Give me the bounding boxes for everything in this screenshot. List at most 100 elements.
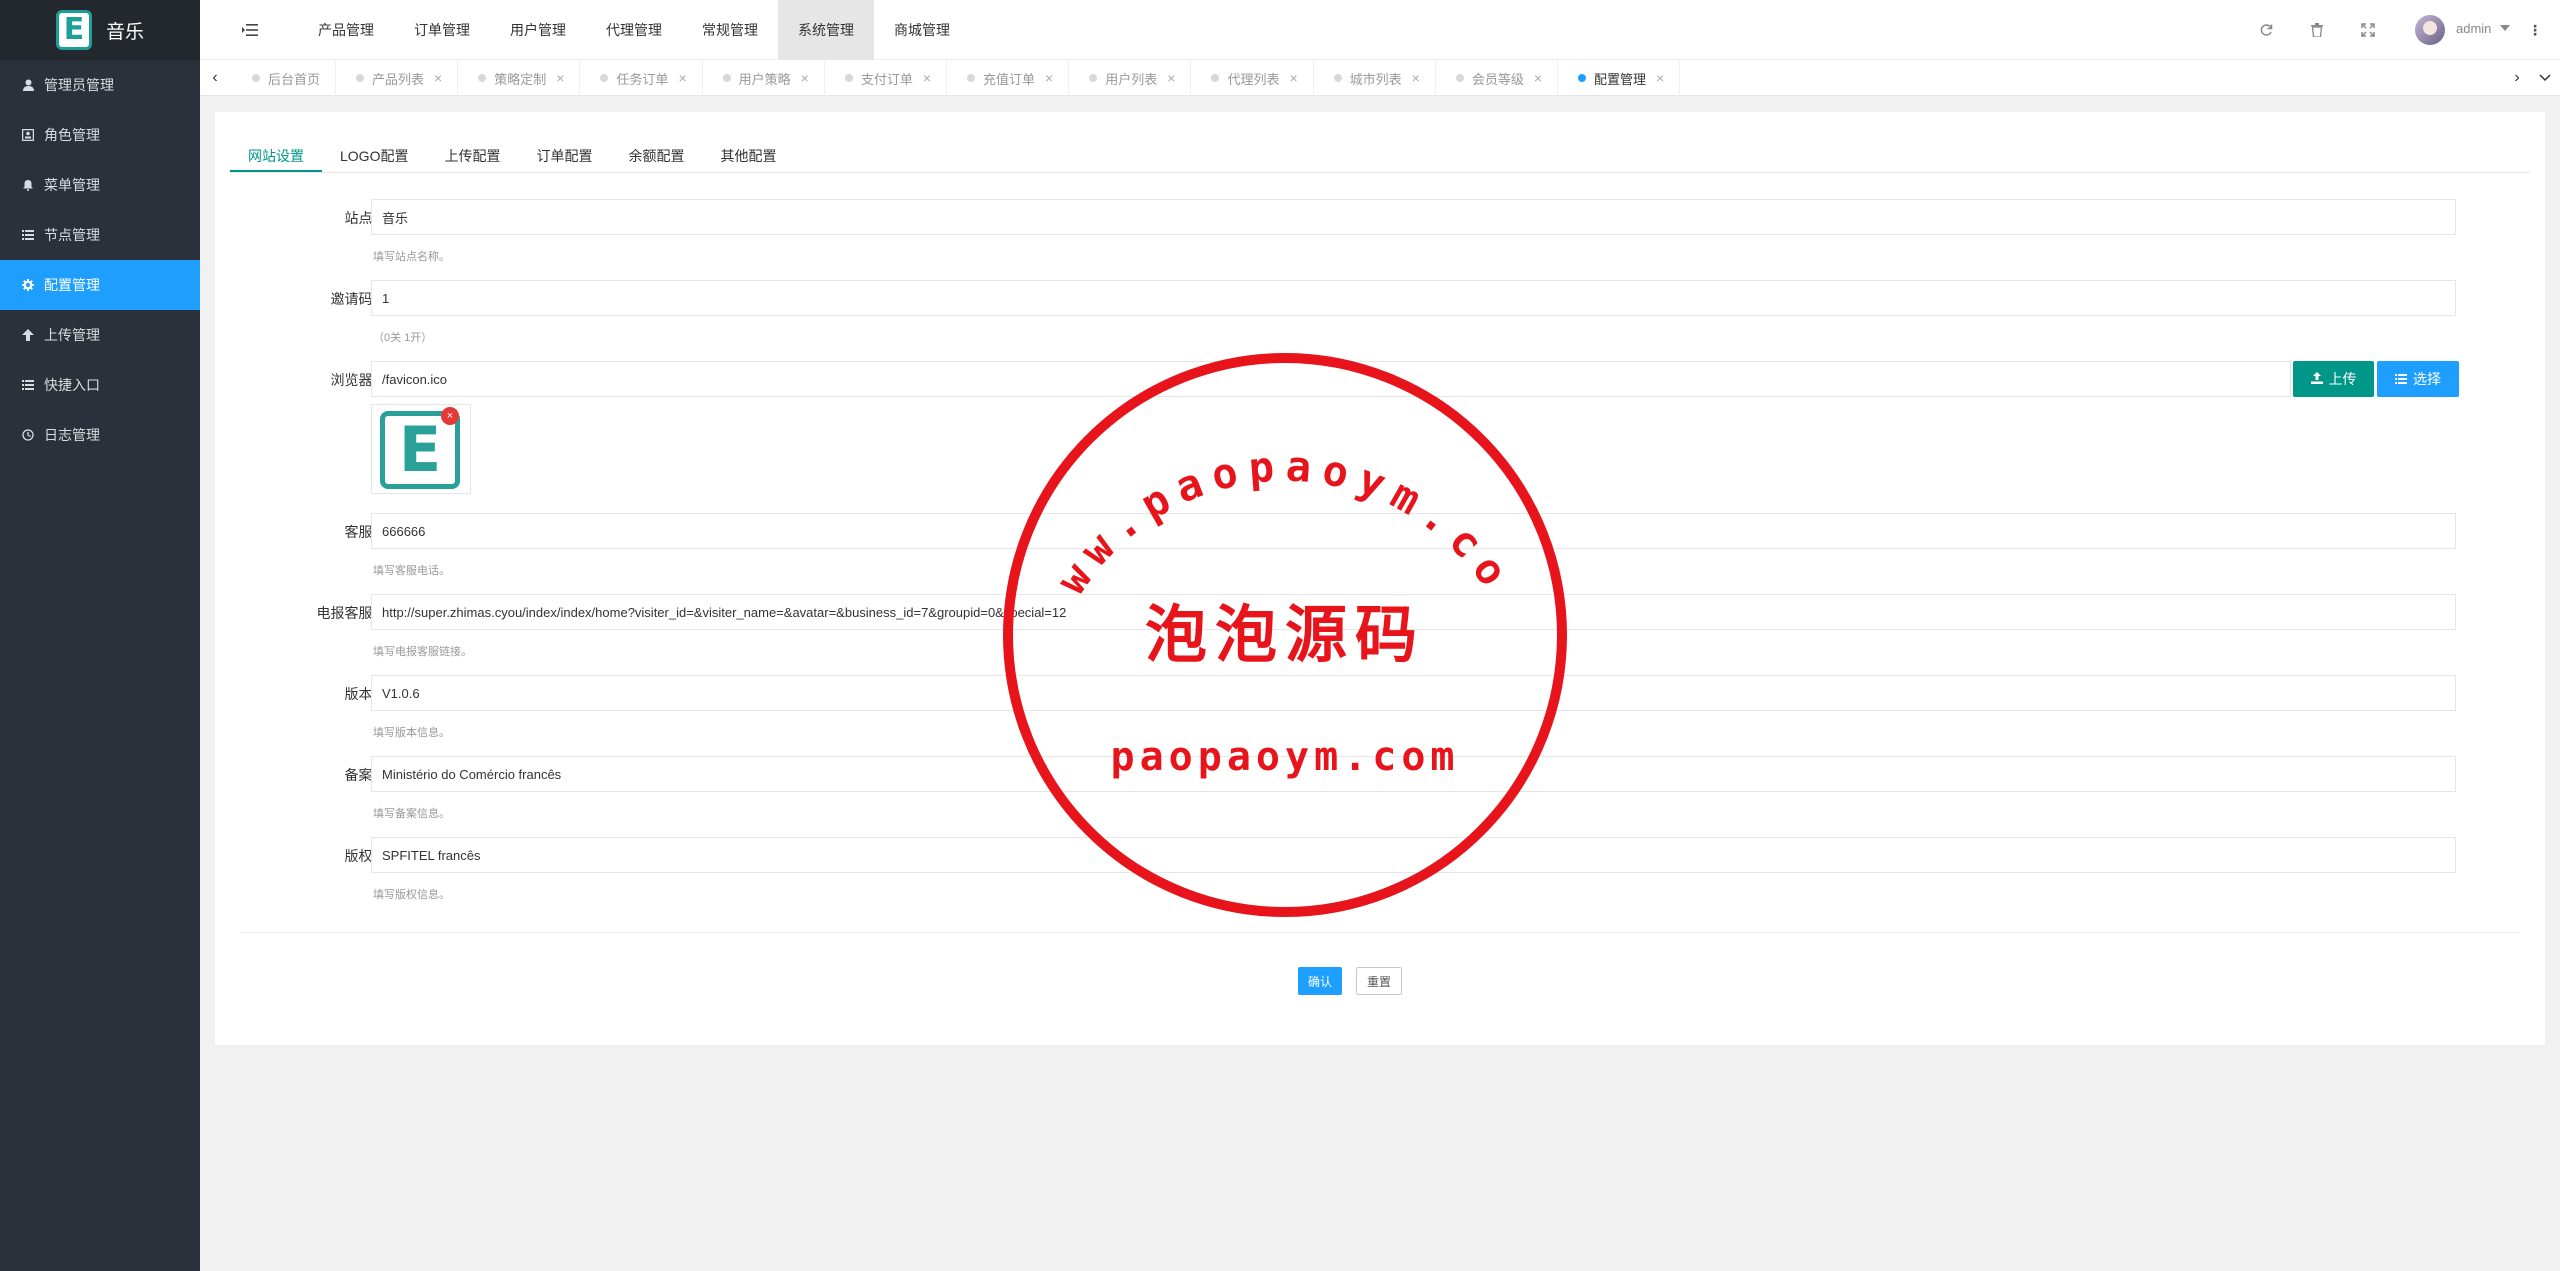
invite-switch-help: （0关 1开） xyxy=(373,332,433,344)
sidebar-item-label: 配置管理 xyxy=(44,277,100,293)
phone-input[interactable] xyxy=(371,513,2456,549)
confirm-button[interactable]: 确认 xyxy=(1298,967,1342,995)
form-tab-site[interactable]: 网站设置 xyxy=(230,140,322,172)
sidebar-item-shortcut[interactable]: 快捷入口 xyxy=(0,360,200,410)
fullscreen-icon[interactable] xyxy=(2358,20,2378,40)
top-nav: 产品管理 订单管理 用户管理 代理管理 常规管理 系统管理 商城管理 xyxy=(298,0,970,60)
tab-strategy[interactable]: 策略定制 × xyxy=(458,60,581,96)
user-name[interactable]: admin xyxy=(2456,21,2491,36)
sidebar-item-log[interactable]: 日志管理 xyxy=(0,410,200,460)
copyright-help: 填写版权信息。 xyxy=(373,889,450,901)
tab-agent-list[interactable]: 代理列表 × xyxy=(1191,60,1314,96)
telegram-input[interactable] xyxy=(371,594,2456,630)
close-icon[interactable]: × xyxy=(923,70,931,86)
chevron-down-icon[interactable] xyxy=(2535,60,2555,96)
form-tab-other[interactable]: 其他配置 xyxy=(702,140,794,172)
page-tabs-bar: ‹ 后台首页 产品列表 × 策略定制 × 任务订单 × 用户策略 × 支付订单 × 充值订… xyxy=(200,60,2560,96)
trash-icon[interactable] xyxy=(2307,20,2327,40)
tab-dot xyxy=(844,74,853,82)
tab-member-level[interactable]: 会员等级 × xyxy=(1436,60,1559,96)
tab-task-order[interactable]: 任务订单 × xyxy=(580,60,703,96)
sidebar-item-menu[interactable]: 菜单管理 xyxy=(0,160,200,210)
version-input[interactable] xyxy=(371,675,2456,711)
close-icon[interactable]: × xyxy=(1289,70,1297,86)
close-icon[interactable]: × xyxy=(1167,70,1175,86)
nav-mall[interactable]: 商城管理 xyxy=(874,0,970,60)
chevron-right-icon[interactable]: › xyxy=(2507,60,2527,96)
nav-system[interactable]: 系统管理 xyxy=(778,0,874,60)
tab-dot xyxy=(967,74,976,82)
chevron-down-icon[interactable] xyxy=(2500,25,2510,31)
top-header: 产品管理 订单管理 用户管理 代理管理 常规管理 系统管理 商城管理 admin… xyxy=(200,0,2560,60)
tab-home[interactable]: 后台首页 xyxy=(232,60,337,96)
form-tab-order[interactable]: 订单配置 xyxy=(518,140,610,172)
invite-switch-input[interactable] xyxy=(371,280,2456,316)
nav-general[interactable]: 常规管理 xyxy=(682,0,778,60)
favicon-input[interactable] xyxy=(371,361,2291,397)
sidebar-item-admin[interactable]: 管理员管理 xyxy=(0,60,200,110)
config-card: 网站设置 LOGO配置 上传配置 订单配置 余额配置 其他配置 站点名称* 填写… xyxy=(215,112,2545,1045)
tab-user-list[interactable]: 用户列表 × xyxy=(1069,60,1192,96)
tab-recharge-order[interactable]: 充值订单 × xyxy=(947,60,1070,96)
sidebar-item-config[interactable]: 配置管理 xyxy=(0,260,200,310)
arrow-up-icon xyxy=(20,329,36,341)
divider xyxy=(240,932,2520,933)
list-icon xyxy=(2395,371,2407,387)
close-icon[interactable]: × xyxy=(1412,70,1420,86)
tab-pay-order[interactable]: 支付订单 × xyxy=(825,60,948,96)
reset-button[interactable]: 重置 xyxy=(1356,967,1402,995)
logo-icon: E xyxy=(55,10,92,50)
copyright-input[interactable] xyxy=(371,837,2456,873)
refresh-icon[interactable] xyxy=(2256,20,2276,40)
sidebar-item-role[interactable]: 角色管理 xyxy=(0,110,200,160)
chevron-left-icon[interactable]: ‹ xyxy=(205,60,225,96)
sidebar-toggle-icon[interactable] xyxy=(240,20,260,40)
tab-product-list[interactable]: 产品列表 × xyxy=(336,60,459,96)
bell-icon xyxy=(20,179,36,191)
logo[interactable]: E 音乐 xyxy=(0,0,200,60)
close-icon[interactable]: × xyxy=(1045,70,1053,86)
close-icon[interactable]: × xyxy=(434,70,442,86)
avatar[interactable] xyxy=(2415,15,2445,45)
clock-icon xyxy=(20,429,36,441)
id-card-icon xyxy=(20,129,36,141)
nav-user[interactable]: 用户管理 xyxy=(490,0,586,60)
form-tab-logo[interactable]: LOGO配置 xyxy=(322,140,426,172)
gear-icon xyxy=(20,279,36,291)
sidebar-item-label: 节点管理 xyxy=(44,227,100,243)
record-input[interactable] xyxy=(371,756,2456,792)
upload-button[interactable]: 上传 xyxy=(2293,361,2374,397)
close-icon[interactable]: × xyxy=(1534,70,1542,86)
form-tab-balance[interactable]: 余额配置 xyxy=(610,140,702,172)
favicon-preview: E × xyxy=(371,404,471,494)
nav-agent[interactable]: 代理管理 xyxy=(586,0,682,60)
tab-config[interactable]: 配置管理 × xyxy=(1558,60,1681,96)
more-vertical-icon[interactable]: ⋮ xyxy=(2528,20,2542,40)
select-button[interactable]: 选择 xyxy=(2377,361,2459,397)
sidebar-item-label: 管理员管理 xyxy=(44,77,114,93)
sidebar-item-node[interactable]: 节点管理 xyxy=(0,210,200,260)
tab-dot xyxy=(252,74,260,82)
site-name-input[interactable] xyxy=(371,199,2456,235)
telegram-help: 填写电报客服链接。 xyxy=(373,646,472,658)
tab-dot xyxy=(1211,74,1220,82)
sidebar-item-label: 日志管理 xyxy=(44,427,100,443)
sidebar-item-upload[interactable]: 上传管理 xyxy=(0,310,200,360)
sidebar-item-label: 菜单管理 xyxy=(44,177,100,193)
close-icon[interactable]: × xyxy=(801,70,809,86)
tab-dot xyxy=(478,74,487,82)
tab-city-list[interactable]: 城市列表 × xyxy=(1314,60,1436,96)
form-tab-upload[interactable]: 上传配置 xyxy=(426,140,518,172)
tab-user-strategy[interactable]: 用户策略 × xyxy=(703,60,825,96)
remove-icon[interactable]: × xyxy=(441,407,459,425)
nav-order[interactable]: 订单管理 xyxy=(394,0,490,60)
sidebar-item-label: 上传管理 xyxy=(44,327,100,343)
app-title: 音乐 xyxy=(105,21,144,43)
close-icon[interactable]: × xyxy=(556,70,564,86)
close-icon[interactable]: × xyxy=(678,70,686,86)
nav-product[interactable]: 产品管理 xyxy=(298,0,394,60)
close-icon[interactable]: × xyxy=(1656,70,1664,86)
sidebar-item-label: 快捷入口 xyxy=(44,377,100,393)
tab-dot xyxy=(1455,74,1464,82)
list-icon xyxy=(20,230,36,240)
